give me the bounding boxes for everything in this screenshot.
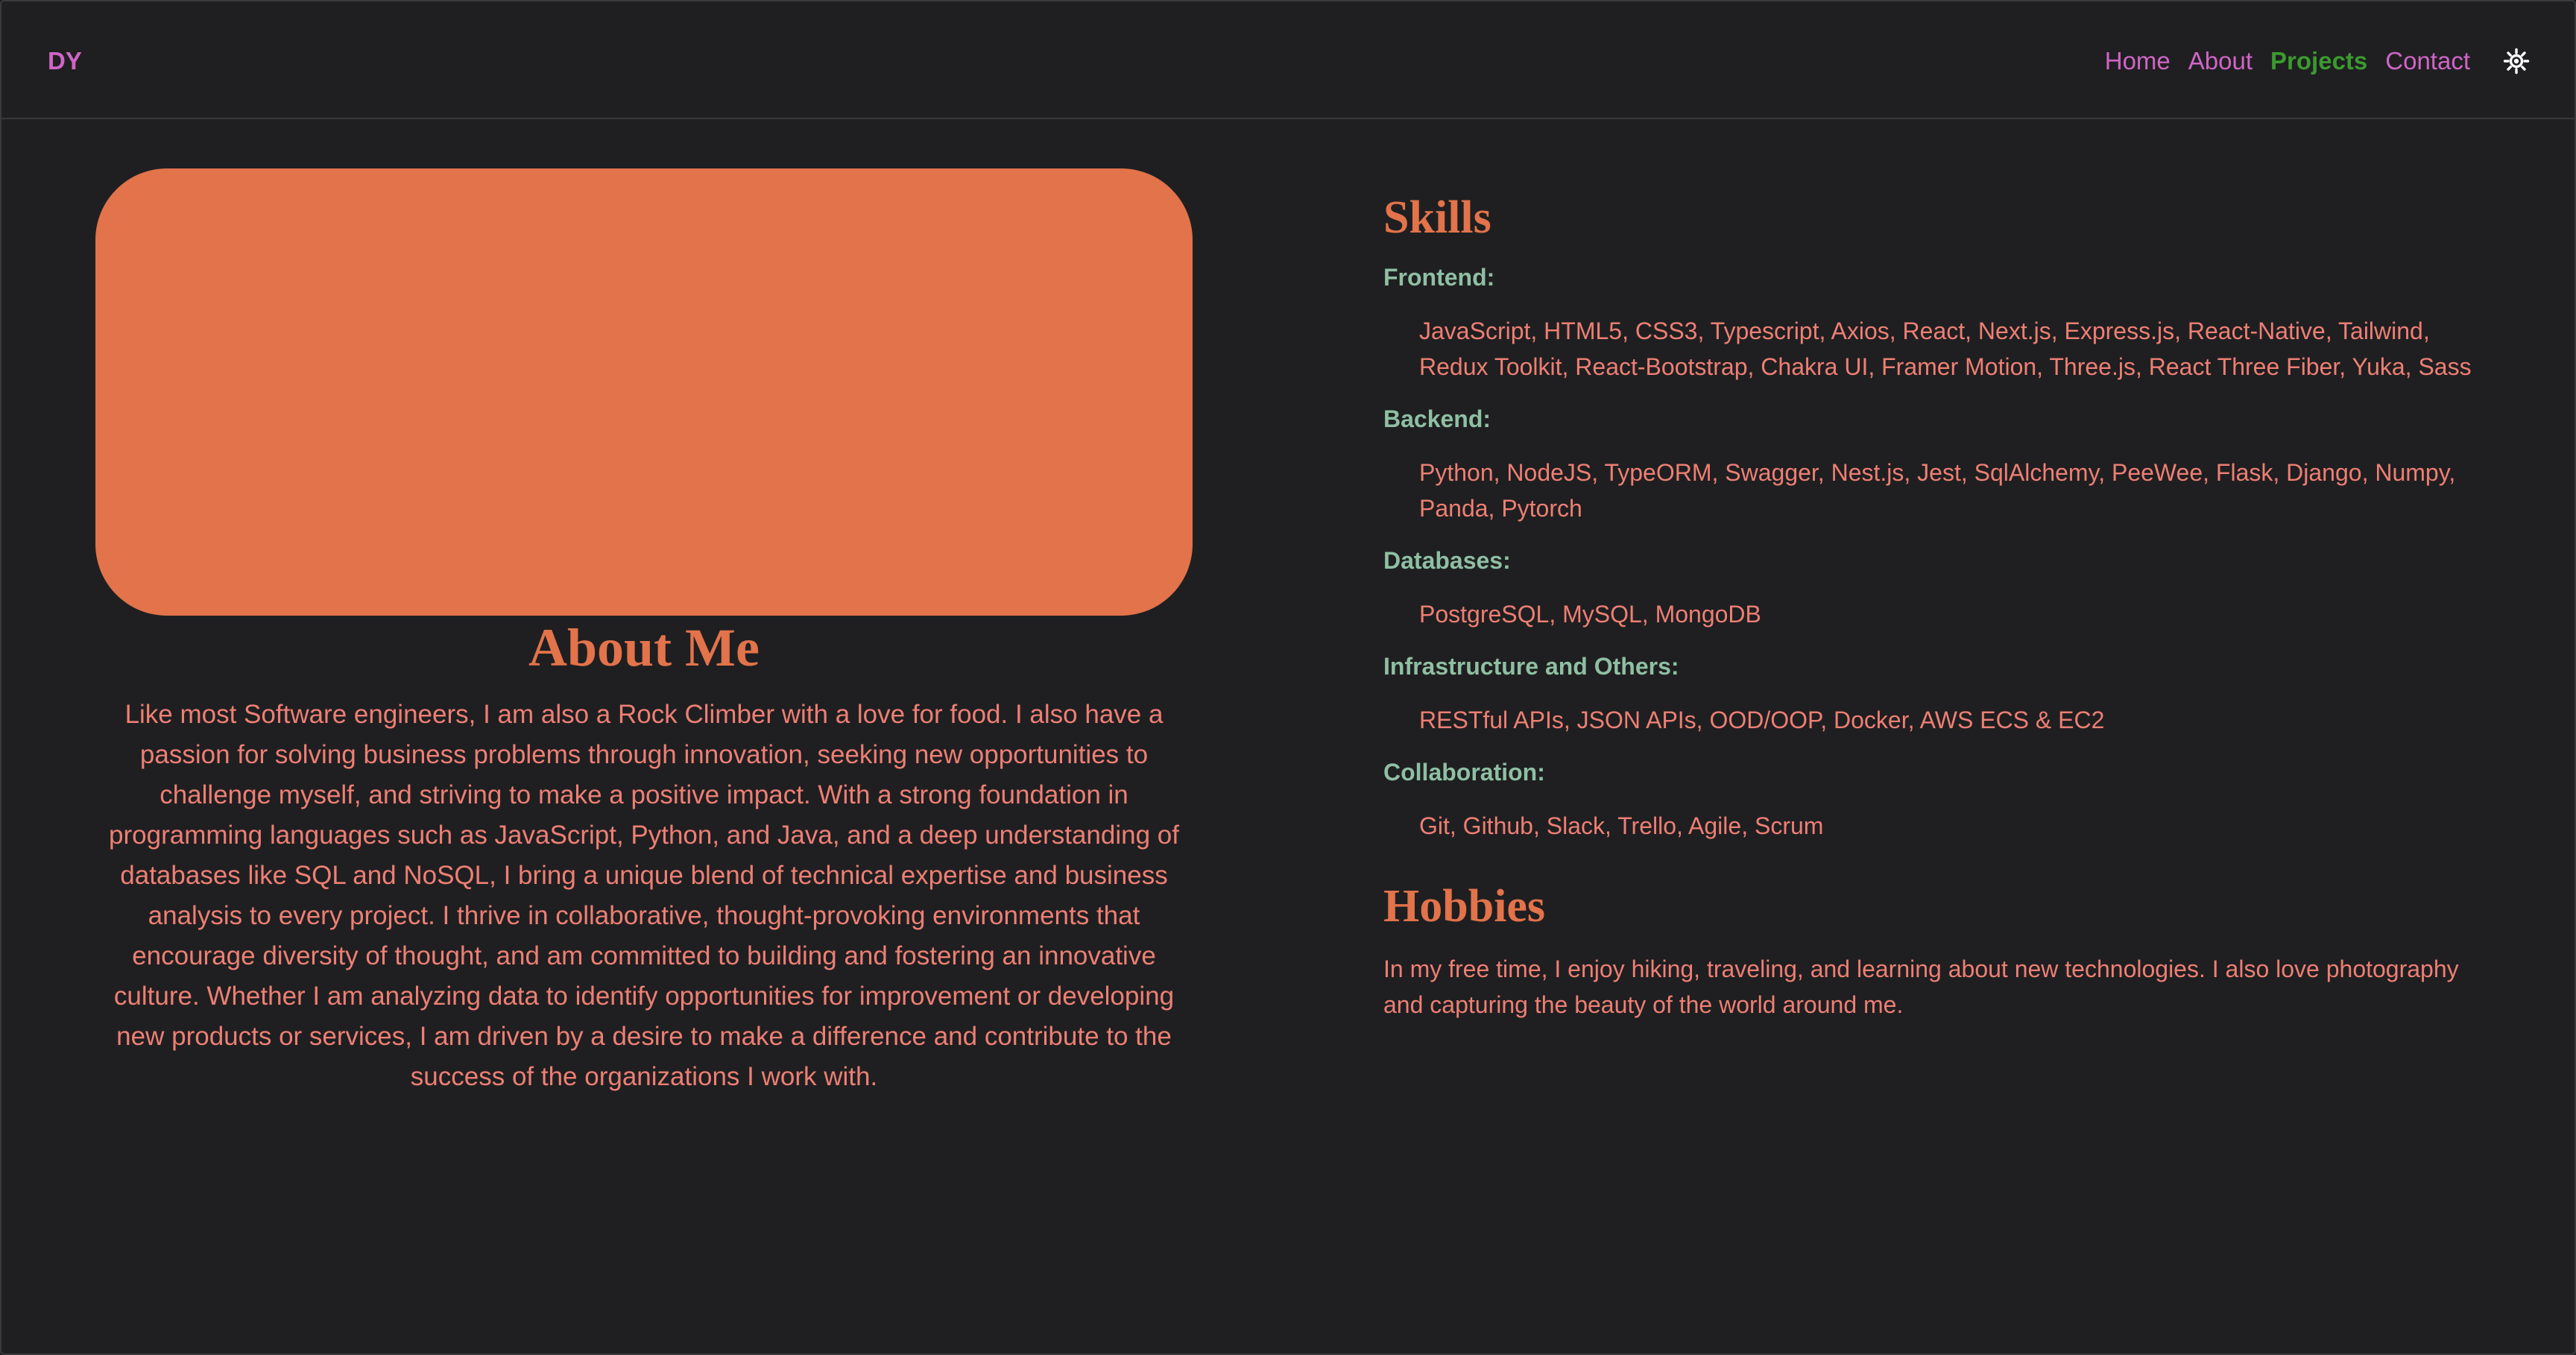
nav-link-about[interactable]: About — [2188, 46, 2253, 76]
skill-items: Git, Github, Slack, Trello, Agile, Scrum — [1419, 812, 1824, 839]
nav-link-contact[interactable]: Contact — [2385, 46, 2470, 76]
hobbies-section: Hobbies In my free time, I enjoy hiking,… — [1383, 875, 2487, 1023]
skill-items: Python, NodeJS, TypeORM, Swagger, Nest.j… — [1419, 459, 2456, 522]
skill-group-collaboration: Collaboration: Git, Github, Slack, Trell… — [1383, 757, 2487, 844]
about-title: About Me — [528, 618, 760, 678]
skills-title: Skills — [1383, 192, 1491, 243]
about-text: Like most Software engineers, I am also … — [109, 700, 1179, 1091]
about-section: About Me Like most Software engineers, I… — [95, 168, 1193, 1097]
hobbies-title: Hobbies — [1383, 881, 1546, 932]
skill-heading: Databases: — [1383, 547, 1511, 574]
skill-heading: Frontend: — [1383, 264, 1495, 291]
skill-items: JavaScript, HTML5, CSS3, Typescript, Axi… — [1419, 318, 2472, 380]
navbar: DY Home About Projects Contact — [1, 1, 2575, 119]
nav-links: Home About Projects Contact — [2105, 46, 2470, 76]
skill-items: RESTful APIs, JSON APIs, OOD/OOP, Docker… — [1419, 707, 2105, 733]
skill-heading: Infrastructure and Others: — [1383, 653, 1679, 680]
skills-hobbies-section: Skills Frontend: JavaScript, HTML5, CSS3… — [1383, 186, 2487, 1023]
skill-group-infrastructure: Infrastructure and Others: RESTful APIs,… — [1383, 651, 2487, 738]
skill-heading: Collaboration: — [1383, 759, 1545, 786]
sun-icon — [2503, 48, 2530, 75]
theme-toggle-button[interactable] — [2503, 48, 2530, 75]
nav-link-projects[interactable]: Projects — [2270, 46, 2367, 76]
hobbies-text: In my free time, I enjoy hiking, traveli… — [1383, 956, 2459, 1018]
skill-group-frontend: Frontend: JavaScript, HTML5, CSS3, Types… — [1383, 262, 2487, 385]
profile-image — [95, 168, 1193, 616]
skill-list: Frontend: JavaScript, HTML5, CSS3, Types… — [1383, 262, 2487, 844]
skill-group-databases: Databases: PostgreSQL, MySQL, MongoDB — [1383, 546, 2487, 632]
skill-group-backend: Backend: Python, NodeJS, TypeORM, Swagge… — [1383, 404, 2487, 526]
skill-items: PostgreSQL, MySQL, MongoDB — [1419, 601, 1761, 628]
logo[interactable]: DY — [48, 48, 82, 75]
nav-link-home[interactable]: Home — [2105, 46, 2171, 76]
skill-heading: Backend: — [1383, 405, 1491, 432]
